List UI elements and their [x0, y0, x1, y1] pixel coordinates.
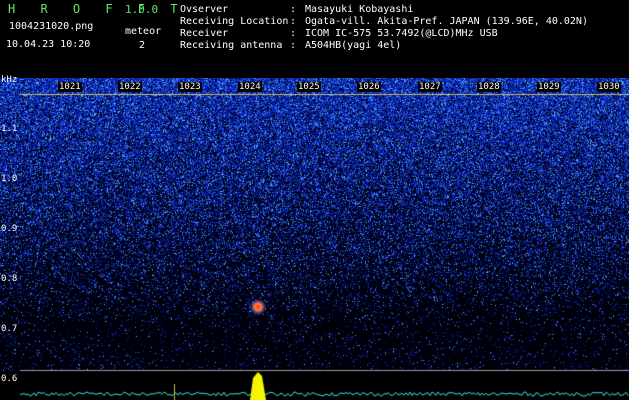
- header-panel: H R O F F T 1.0.0 1004231020.png 10.04.2…: [0, 0, 629, 78]
- x-tick-label: 1021: [58, 82, 82, 92]
- info-row-antenna: Receiving antenna: A504HB(yagi 4el): [180, 40, 402, 51]
- x-tick-label: 1028: [477, 82, 501, 92]
- info-row-location: Receiving Location: Ogata-vill. Akita-Pre…: [180, 16, 588, 27]
- x-tick-label: 1029: [537, 82, 561, 92]
- x-tick-label: 1026: [357, 82, 381, 92]
- y-unit-label: kHz: [1, 75, 18, 85]
- meteor-label: meteor: [125, 26, 162, 37]
- y-tick-label: 0.9: [1, 224, 18, 234]
- meteor-count: 2: [139, 40, 146, 51]
- x-tick-label: 1023: [178, 82, 202, 92]
- x-tick-label: 1025: [297, 82, 321, 92]
- x-tick-label: 1024: [238, 82, 262, 92]
- y-tick-label: 1.0: [1, 174, 18, 184]
- y-tick-label: 0.6: [1, 374, 18, 384]
- x-tick-label: 1027: [418, 82, 442, 92]
- y-tick-label: 0.7: [1, 324, 18, 334]
- info-row-receiver: Receiver: ICOM IC-575 53.7492(@LCD)MHz US…: [180, 28, 498, 39]
- station-info: Ovserver: Masayuki Kobayashi Receiving Lo…: [180, 4, 588, 52]
- x-tick-label: 1022: [118, 82, 142, 92]
- info-row-observer: Ovserver: Masayuki Kobayashi: [180, 4, 414, 15]
- date-time: 10.04.23 10:20: [6, 39, 91, 50]
- y-tick-label: 1.1: [1, 124, 18, 134]
- spectrogram-canvas: [0, 78, 629, 400]
- app-version: 1.0.0: [125, 3, 159, 16]
- y-tick-label: 0.8: [1, 274, 18, 284]
- x-tick-label: 1030: [597, 82, 621, 92]
- app-title: H R O F F T: [8, 2, 187, 16]
- file-name: 1004231020.png: [9, 21, 94, 32]
